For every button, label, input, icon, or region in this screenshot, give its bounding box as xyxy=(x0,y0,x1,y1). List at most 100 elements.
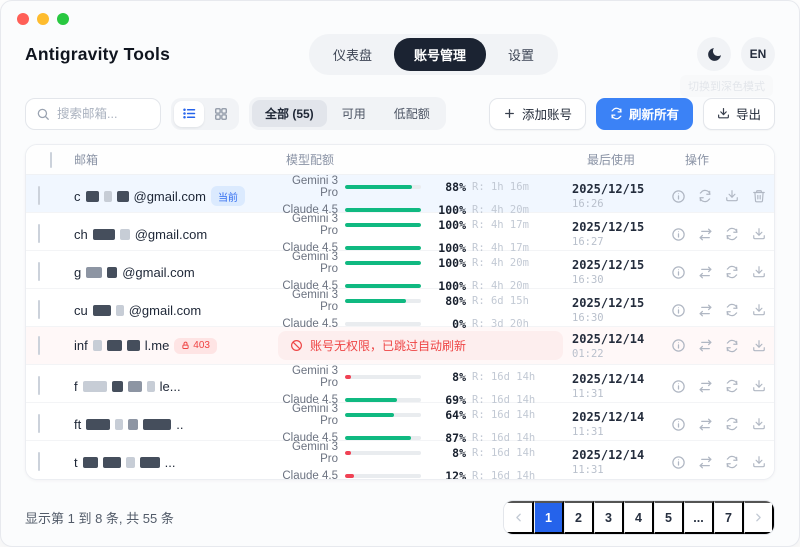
toolbar: 全部 (55)可用低配额 添加账号 刷新所有 导出 xyxy=(1,73,799,144)
prev-page-button[interactable] xyxy=(504,501,534,534)
swap-icon xyxy=(698,379,713,394)
swap-action-button[interactable] xyxy=(694,375,716,397)
column-header-quota: 模型配额 xyxy=(278,151,563,168)
row-checkbox[interactable] xyxy=(38,262,40,281)
filter-group: 全部 (55)可用低配额 xyxy=(249,97,446,130)
download-action-button[interactable] xyxy=(748,375,770,397)
info-action-button[interactable] xyxy=(667,375,689,397)
info-action-button[interactable] xyxy=(667,299,689,321)
swap-action-button[interactable] xyxy=(694,223,716,245)
page-ellipsis[interactable]: ... xyxy=(684,501,714,534)
swap-action-button[interactable] xyxy=(694,261,716,283)
language-toggle-button[interactable]: EN xyxy=(741,37,775,71)
row-checkbox-cell xyxy=(26,337,66,355)
info-icon xyxy=(671,379,686,394)
list-view-button[interactable] xyxy=(174,101,204,127)
refresh-action-button[interactable] xyxy=(721,375,743,397)
refresh-action-button[interactable] xyxy=(721,261,743,283)
theme-toggle-button[interactable] xyxy=(697,37,731,71)
download-icon xyxy=(752,339,766,353)
refresh-action-button[interactable] xyxy=(721,451,743,473)
export-button[interactable]: 导出 xyxy=(703,98,775,130)
page-button-1[interactable]: 1 xyxy=(534,501,564,534)
email-text: @gmail.com xyxy=(129,303,201,318)
page-title: Antigravity Tools xyxy=(25,44,170,65)
row-checkbox[interactable] xyxy=(38,300,40,319)
redacted-block xyxy=(93,229,115,240)
download-action-button[interactable] xyxy=(748,299,770,321)
next-page-button[interactable] xyxy=(744,501,774,534)
refresh-action-button[interactable] xyxy=(694,185,716,207)
row-checkbox[interactable] xyxy=(38,376,40,395)
info-action-button[interactable] xyxy=(667,261,689,283)
refresh-icon xyxy=(725,227,739,241)
refresh-action-button[interactable] xyxy=(721,335,743,357)
filter-2[interactable]: 低配额 xyxy=(381,100,443,127)
info-action-button[interactable] xyxy=(667,223,689,245)
swap-action-button[interactable] xyxy=(694,335,716,357)
info-action-button[interactable] xyxy=(667,413,689,435)
refresh-action-button[interactable] xyxy=(721,223,743,245)
download-icon xyxy=(752,417,766,431)
quota-bar xyxy=(345,413,421,417)
last-used-time: 11:31 xyxy=(572,426,663,438)
filter-0[interactable]: 全部 (55) xyxy=(252,100,327,127)
quota-reset: R: 16d 14h xyxy=(472,409,535,421)
search-input[interactable] xyxy=(57,107,150,121)
quota-cell: Gemini 3 Pro8%R: 16d 14hClaude 4.569%R: … xyxy=(278,365,563,407)
last-used-cell: 2025/12/1401:22 xyxy=(563,332,663,360)
quota-bar-fill xyxy=(345,413,394,417)
page-button-7[interactable]: 7 xyxy=(714,501,744,534)
quota-percent: 100% xyxy=(428,256,466,270)
tab-settings[interactable]: 设置 xyxy=(488,38,554,71)
moon-icon xyxy=(706,46,723,63)
no-permission-warning: 账号无权限，已跳过自动刷新 xyxy=(278,331,563,360)
page-button-3[interactable]: 3 xyxy=(594,501,624,534)
last-used-time: 16:30 xyxy=(572,312,663,324)
pagination-summary: 显示第 1 到 8 条, 共 55 条 xyxy=(25,508,174,527)
row-checkbox-cell xyxy=(26,263,66,281)
page-button-5[interactable]: 5 xyxy=(654,501,684,534)
filter-1[interactable]: 可用 xyxy=(329,100,379,127)
row-checkbox[interactable] xyxy=(38,414,40,433)
info-action-button[interactable] xyxy=(667,185,689,207)
add-account-button[interactable]: 添加账号 xyxy=(489,98,586,130)
refresh-all-button[interactable]: 刷新所有 xyxy=(596,98,693,130)
search-box[interactable] xyxy=(25,98,161,130)
minimize-button[interactable] xyxy=(37,13,49,25)
email-text: ft xyxy=(74,417,81,432)
refresh-action-button[interactable] xyxy=(721,413,743,435)
info-action-button[interactable] xyxy=(667,451,689,473)
zoom-button[interactable] xyxy=(57,13,69,25)
swap-action-button[interactable] xyxy=(694,413,716,435)
last-used-time: 01:22 xyxy=(572,348,663,360)
download-action-button[interactable] xyxy=(721,185,743,207)
swap-action-button[interactable] xyxy=(694,299,716,321)
swap-action-button[interactable] xyxy=(694,451,716,473)
row-checkbox[interactable] xyxy=(38,336,40,355)
redacted-block xyxy=(107,340,122,351)
select-all-checkbox[interactable] xyxy=(50,152,52,168)
tab-dashboard[interactable]: 仪表盘 xyxy=(313,38,392,71)
download-action-button[interactable] xyxy=(748,261,770,283)
row-checkbox[interactable] xyxy=(38,224,40,243)
row-checkbox[interactable] xyxy=(38,186,40,205)
close-button[interactable] xyxy=(17,13,29,25)
download-action-button[interactable] xyxy=(748,451,770,473)
refresh-action-button[interactable] xyxy=(721,299,743,321)
grid-view-button[interactable] xyxy=(206,101,236,127)
quota-bar xyxy=(345,451,421,455)
last-used-time: 16:30 xyxy=(572,274,663,286)
page-button-2[interactable]: 2 xyxy=(564,501,594,534)
quota-bar xyxy=(345,261,421,265)
last-used-cell: 2025/12/1411:31 xyxy=(563,372,663,400)
tab-accounts[interactable]: 账号管理 xyxy=(394,38,486,71)
download-action-button[interactable] xyxy=(748,335,770,357)
trash-action-button[interactable] xyxy=(748,185,770,207)
download-action-button[interactable] xyxy=(748,413,770,435)
quota-bar-fill xyxy=(345,474,354,478)
download-action-button[interactable] xyxy=(748,223,770,245)
page-button-4[interactable]: 4 xyxy=(624,501,654,534)
row-checkbox[interactable] xyxy=(38,452,40,471)
info-action-button[interactable] xyxy=(667,335,689,357)
